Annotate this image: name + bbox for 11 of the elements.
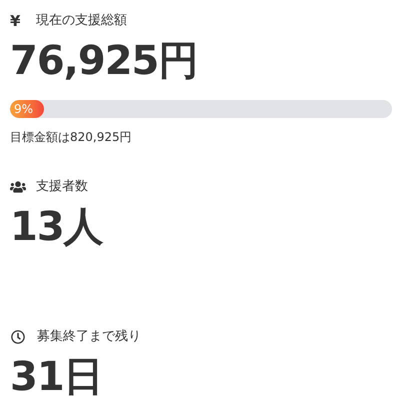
- goal-text: 目標金額は820,925円: [10, 129, 132, 146]
- stat-value: 13人: [10, 203, 103, 252]
- progress-percent: 9%: [14, 103, 34, 115]
- clock-icon: [11, 330, 25, 344]
- stat-value: 76,925円: [10, 37, 198, 86]
- stat-label: 募集終了まで残り: [37, 328, 141, 346]
- stat-label: 現在の支援総額: [36, 12, 127, 30]
- stat-label: 支援者数: [36, 178, 88, 196]
- yen-icon: ¥: [10, 10, 30, 32]
- stat-value: 31日: [10, 353, 103, 402]
- people-icon: [10, 180, 26, 194]
